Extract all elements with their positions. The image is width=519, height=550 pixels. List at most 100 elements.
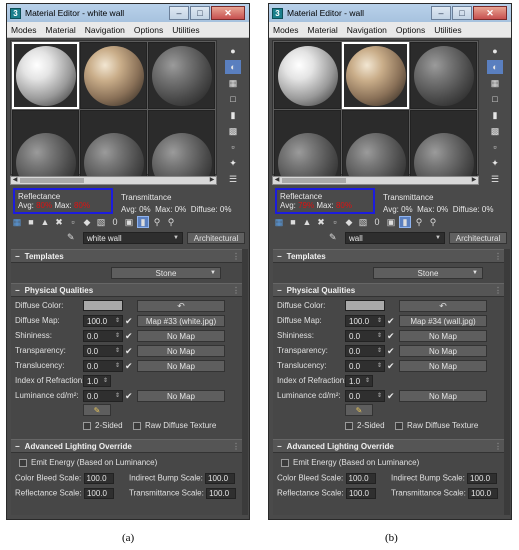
backlight-icon[interactable]: ◐ — [225, 60, 241, 74]
diffuse-map-button[interactable]: Map #33 (white.jpg) — [137, 315, 225, 327]
two-sided-checkbox[interactable] — [83, 421, 91, 430]
luminance-checkbox[interactable]: ✔ — [125, 390, 135, 402]
make-unique-icon[interactable]: ◆ — [343, 216, 355, 228]
options-icon[interactable]: ▫ — [225, 140, 241, 154]
eyedropper-icon[interactable]: ✎ — [329, 232, 341, 244]
assign-to-selection-icon[interactable]: ▲ — [39, 216, 51, 228]
shininess-map-button[interactable]: No Map — [399, 330, 487, 342]
spinner-icon[interactable]: ⇕ — [115, 346, 120, 357]
collapse-icon[interactable]: − — [277, 252, 282, 261]
material-name-field[interactable]: white wall ▼ — [83, 232, 183, 244]
shininess-spinner[interactable]: 0.0 ⇕ — [83, 330, 123, 342]
emit-energy-option[interactable]: Emit Energy (Based on Luminance) — [281, 458, 419, 467]
sample-slot-white[interactable] — [12, 42, 79, 109]
spinner-icon[interactable]: ⇕ — [377, 316, 382, 327]
title-bar[interactable]: 3 Material Editor - wall – □ ✕ — [269, 4, 511, 22]
collapse-icon[interactable]: − — [15, 286, 20, 295]
raw-diffuse-checkbox[interactable] — [133, 421, 141, 430]
menu-options[interactable]: Options — [396, 25, 425, 35]
translucency-spinner[interactable]: 0.0 ⇕ — [83, 360, 123, 372]
panel-scrollbar[interactable] — [504, 249, 510, 515]
advanced-lighting-rollout-header[interactable]: − Advanced Lighting Override ⋮ — [11, 439, 245, 453]
diffuse-map-amount[interactable]: 100.0 ⇕ — [345, 315, 385, 327]
select-by-material-icon[interactable]: ✦ — [487, 156, 503, 170]
menu-utilities[interactable]: Utilities — [172, 25, 199, 35]
copy-material-icon[interactable]: ▫ — [67, 216, 79, 228]
spinner-icon[interactable]: ⇕ — [377, 391, 382, 402]
sample-type-icon[interactable]: ● — [487, 44, 503, 58]
transmittance-scale-field[interactable]: 100.0 — [468, 488, 499, 499]
spinner-icon[interactable]: ⇕ — [115, 391, 120, 402]
raw-diffuse-option[interactable]: Raw Diffuse Texture — [133, 421, 216, 430]
spinner-icon[interactable]: ⇕ — [115, 361, 120, 372]
material-id-icon[interactable]: 0 — [371, 216, 383, 228]
maximize-button[interactable]: □ — [190, 6, 210, 20]
scroll-right-icon[interactable]: ▶ — [470, 177, 478, 184]
raw-diffuse-option[interactable]: Raw Diffuse Texture — [395, 421, 478, 430]
emit-energy-checkbox[interactable] — [281, 458, 289, 467]
show-end-result-icon[interactable]: ▮ — [137, 216, 149, 228]
minimize-button[interactable]: – — [431, 6, 451, 20]
go-forward-icon[interactable]: ⚲ — [165, 216, 177, 228]
sample-slot[interactable] — [342, 110, 409, 177]
transparency-spinner[interactable]: 0.0 ⇕ — [83, 345, 123, 357]
spinner-icon[interactable]: ⇕ — [115, 331, 120, 342]
sample-slot[interactable] — [410, 110, 477, 177]
scroll-right-icon[interactable]: ▶ — [208, 177, 216, 184]
two-sided-option[interactable]: 2-Sided — [83, 421, 123, 430]
minimize-button[interactable]: – — [169, 6, 189, 20]
diffuse-map-button[interactable]: Map #34 (wall.jpg) — [399, 315, 487, 327]
transparency-checkbox[interactable]: ✔ — [125, 345, 135, 357]
sample-slot[interactable] — [148, 110, 215, 177]
luminance-map-button[interactable]: No Map — [137, 390, 225, 402]
shininess-checkbox[interactable]: ✔ — [125, 330, 135, 342]
select-by-material-icon[interactable]: ✦ — [225, 156, 241, 170]
uv-tiling-icon[interactable]: □ — [225, 92, 241, 106]
menu-options[interactable]: Options — [134, 25, 163, 35]
material-name-field[interactable]: wall ▼ — [345, 232, 445, 244]
indirect-bump-field[interactable]: 100.0 — [205, 473, 236, 484]
video-color-check-icon[interactable]: ▮ — [487, 108, 503, 122]
chevron-down-icon[interactable]: ▼ — [435, 233, 441, 244]
eyedropper-icon[interactable]: ✎ — [67, 232, 79, 244]
physical-qualities-rollout-header[interactable]: − Physical Qualities ⋮ — [11, 283, 245, 297]
templates-rollout-header[interactable]: − Templates ⋮ — [11, 249, 245, 263]
close-button[interactable]: ✕ — [473, 6, 507, 20]
collapse-icon[interactable]: − — [277, 286, 282, 295]
transparency-spinner[interactable]: 0.0 ⇕ — [345, 345, 385, 357]
backlight-icon[interactable]: ◐ — [487, 60, 503, 74]
material-navigator-icon[interactable]: ☰ — [225, 172, 241, 186]
slots-scrollbar[interactable]: ◀ ▶ — [272, 176, 479, 185]
emit-energy-checkbox[interactable] — [19, 458, 27, 467]
indirect-bump-field[interactable]: 100.0 — [467, 473, 498, 484]
background-icon[interactable]: ▦ — [487, 76, 503, 90]
spinner-icon[interactable]: ⇕ — [103, 376, 108, 387]
templates-rollout-header[interactable]: − Templates ⋮ — [273, 249, 507, 263]
templates-dropdown[interactable]: Stone ▼ — [111, 267, 221, 279]
two-sided-checkbox[interactable] — [345, 421, 353, 430]
reset-map-icon[interactable]: ✖ — [53, 216, 65, 228]
spinner-icon[interactable]: ⇕ — [377, 331, 382, 342]
reflectance-scale-field[interactable]: 100.0 — [345, 488, 376, 499]
drag-handle-icon[interactable]: ⋮ — [232, 442, 240, 451]
maximize-button[interactable]: □ — [452, 6, 472, 20]
set-color-to-texture-average-button[interactable]: ↶ — [137, 300, 225, 312]
diffuse-color-swatch[interactable] — [83, 300, 123, 311]
drag-handle-icon[interactable]: ⋮ — [494, 286, 502, 295]
get-material-icon[interactable]: ▦ — [273, 216, 285, 228]
physical-qualities-rollout-header[interactable]: − Physical Qualities ⋮ — [273, 283, 507, 297]
material-type-button[interactable]: Architectural — [187, 232, 245, 244]
menu-navigation[interactable]: Navigation — [85, 25, 125, 35]
slots-scrollbar[interactable]: ◀ ▶ — [10, 176, 217, 185]
spinner-icon[interactable]: ⇕ — [377, 346, 382, 357]
luminance-checkbox[interactable]: ✔ — [387, 390, 397, 402]
title-bar[interactable]: 3 Material Editor - white wall – □ ✕ — [7, 4, 249, 22]
make-unique-icon[interactable]: ◆ — [81, 216, 93, 228]
drag-handle-icon[interactable]: ⋮ — [494, 252, 502, 261]
show-map-icon[interactable]: ▣ — [385, 216, 397, 228]
raw-diffuse-checkbox[interactable] — [395, 421, 403, 430]
options-icon[interactable]: ▫ — [487, 140, 503, 154]
scroll-left-icon[interactable]: ◀ — [273, 177, 281, 184]
show-end-result-icon[interactable]: ▮ — [399, 216, 411, 228]
collapse-icon[interactable]: − — [277, 442, 282, 451]
